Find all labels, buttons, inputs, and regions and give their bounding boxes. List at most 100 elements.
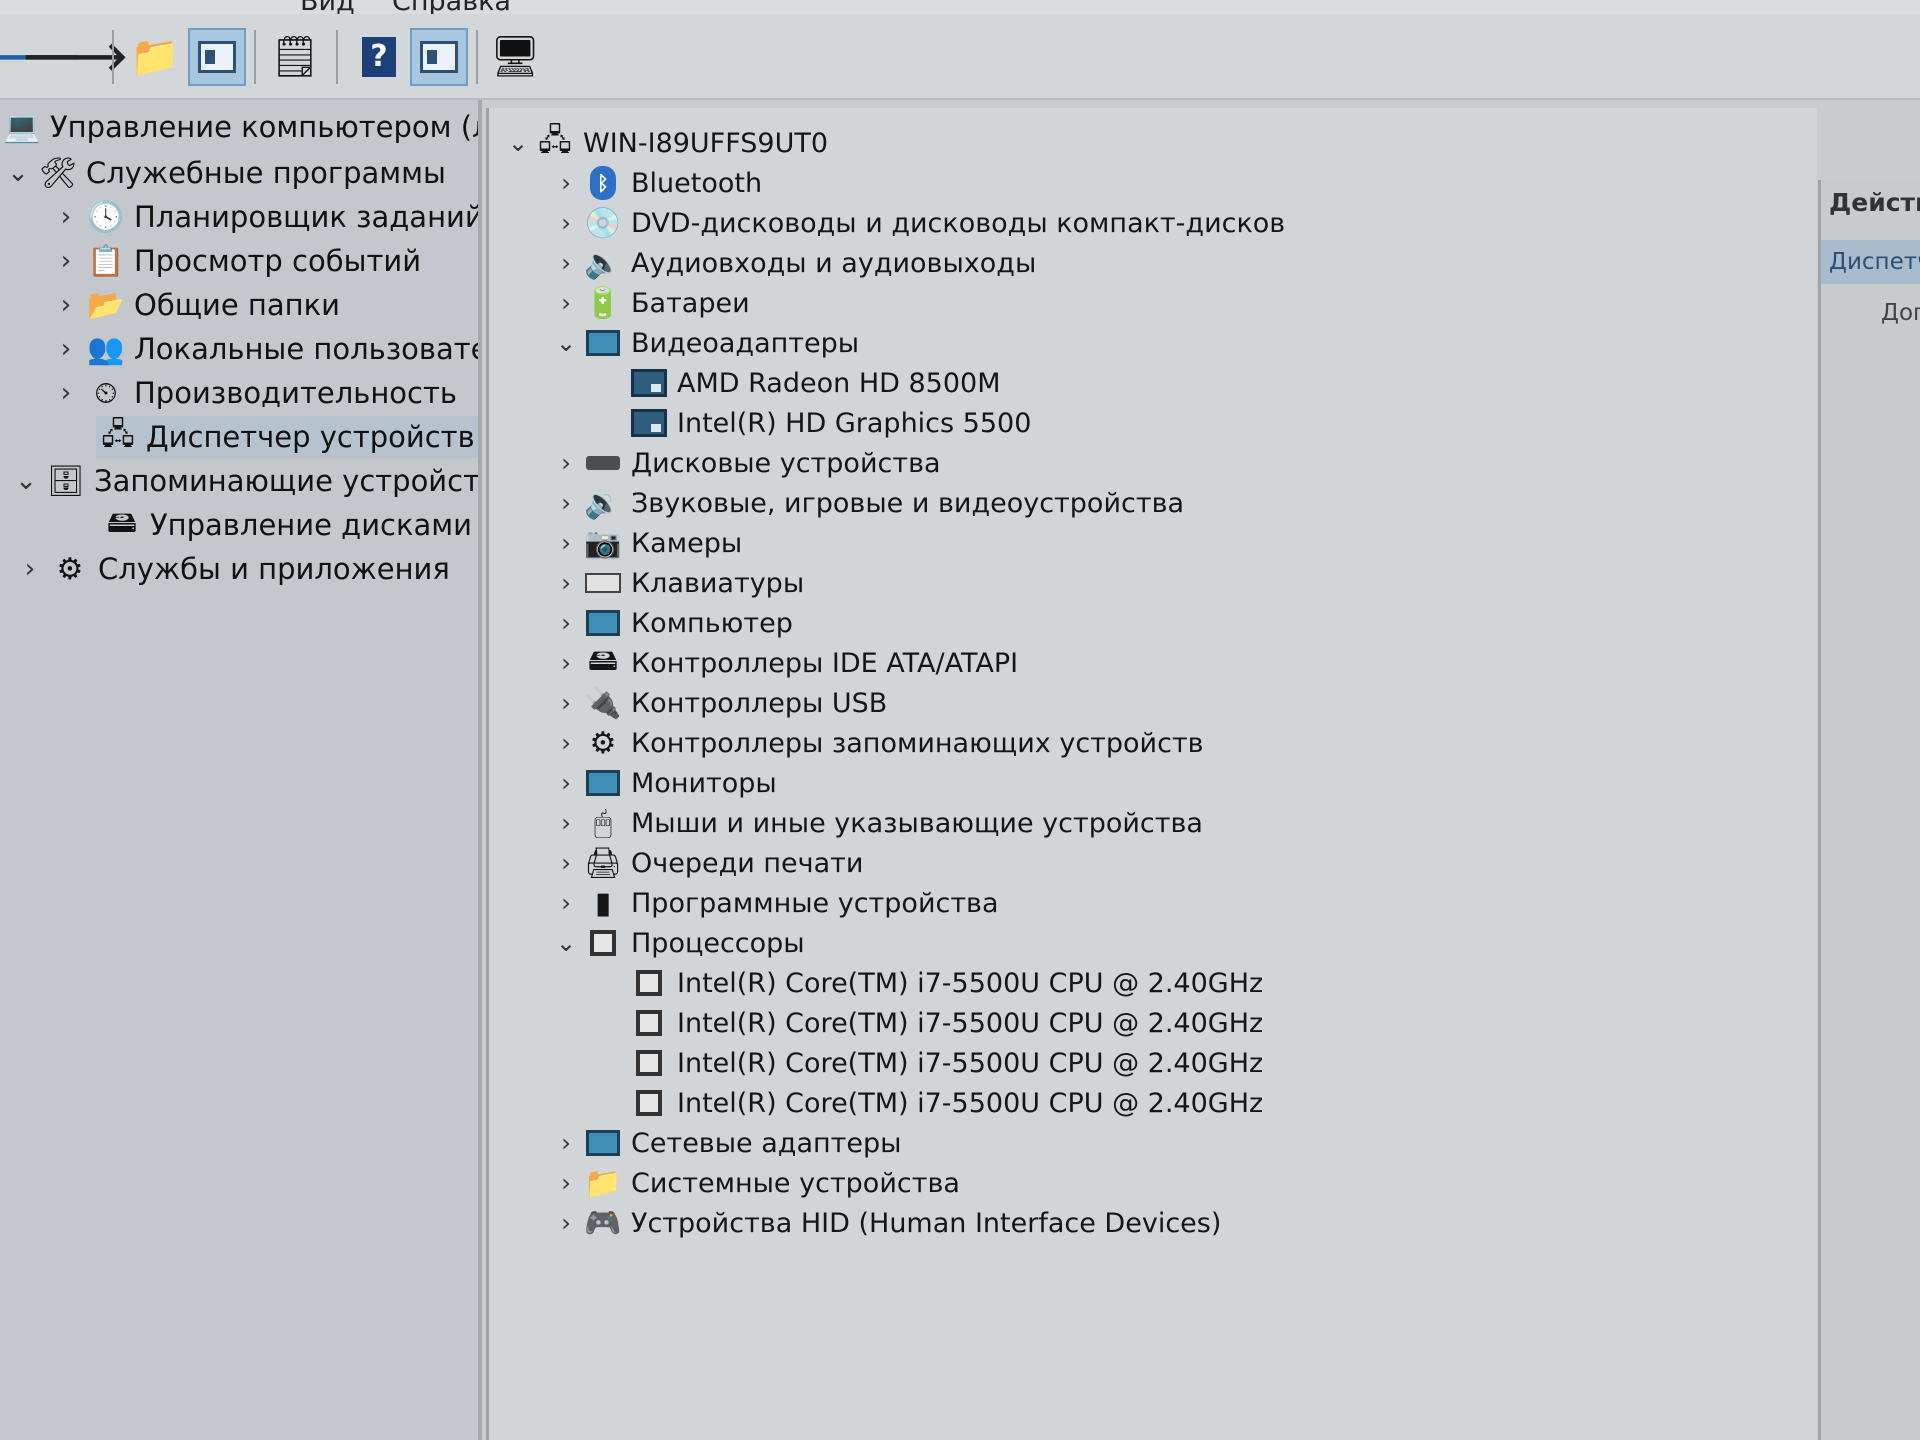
chevron-right-icon[interactable]: › bbox=[549, 289, 583, 317]
chevron-right-icon[interactable]: › bbox=[549, 1129, 583, 1157]
chevron-right-icon[interactable]: › bbox=[549, 769, 583, 797]
device-item-amd-gpu[interactable]: AMD Radeon HD 8500M bbox=[629, 364, 1001, 402]
device-label: Intel(R) Core(TM) i7-5500U CPU @ 2.40GHz bbox=[677, 967, 1264, 999]
device-category-usb[interactable]: › 🔌 Контроллеры USB bbox=[549, 684, 887, 722]
chevron-right-icon[interactable]: › bbox=[48, 290, 84, 320]
device-category-mice[interactable]: › 🖱 Мыши и иные указывающие устройства bbox=[549, 804, 1203, 842]
device-item-cpu[interactable]: Intel(R) Core(TM) i7-5500U CPU @ 2.40GHz bbox=[629, 1044, 1263, 1082]
tree-item-device-manager[interactable]: 🖧 Диспетчер устройств bbox=[96, 416, 478, 458]
hid-icon: 🎮 bbox=[584, 1205, 622, 1241]
storage-icon: 🗄 bbox=[46, 463, 86, 499]
tree-item-performance[interactable]: › ⏲ Производительность bbox=[48, 372, 457, 414]
chevron-down-icon[interactable]: ⌄ bbox=[0, 158, 36, 188]
device-root[interactable]: ⌄ 🖧 WIN-I89UFFS9UT0 bbox=[501, 123, 829, 162]
scan-hardware-icon[interactable]: 🖥 bbox=[486, 28, 544, 86]
tree-item-local-users[interactable]: › 👥 Локальные пользовате bbox=[48, 328, 478, 370]
chevron-right-icon[interactable]: › bbox=[549, 649, 583, 677]
ide-controller-icon: 🖴 bbox=[587, 642, 619, 678]
show-hide-tree-icon[interactable] bbox=[188, 28, 246, 86]
chevron-right-icon[interactable]: › bbox=[549, 729, 583, 757]
device-label: Клавиатуры bbox=[631, 567, 805, 599]
chevron-right-icon[interactable]: › bbox=[549, 809, 583, 837]
chevron-right-icon[interactable]: › bbox=[549, 169, 583, 197]
device-category-batteries[interactable]: › 🔋 Батареи bbox=[549, 284, 749, 322]
tree-item-computer-management[interactable]: 💻 Управление компьютером (л bbox=[0, 106, 478, 148]
device-category-dvd[interactable]: › 💿 DVD-дисководы и дисководы компакт-ди… bbox=[549, 204, 1285, 242]
device-label: Intel(R) Core(TM) i7-5500U CPU @ 2.40GHz bbox=[677, 1047, 1264, 1079]
actions-device-manager[interactable]: Диспетч bbox=[1821, 240, 1920, 284]
device-category-storage-controllers[interactable]: › ⚙ Контроллеры запоминающих устройств bbox=[549, 724, 1204, 762]
usb-icon: 🔌 bbox=[584, 685, 622, 721]
device-category-software-devices[interactable]: › ▮ Программные устройства bbox=[549, 884, 998, 922]
device-category-sound[interactable]: › 🔉 Звуковые, игровые и видеоустройства bbox=[549, 484, 1184, 522]
chevron-down-icon[interactable]: ⌄ bbox=[8, 466, 44, 496]
chevron-down-icon[interactable]: ⌄ bbox=[501, 129, 535, 157]
actions-more[interactable]: Доп bbox=[1881, 300, 1920, 326]
up-folder-icon[interactable]: 📁 bbox=[126, 28, 184, 86]
device-label: Дисковые устройства bbox=[631, 447, 941, 479]
device-category-processors[interactable]: ⌄ Процессоры bbox=[549, 924, 805, 962]
chevron-right-icon[interactable]: › bbox=[549, 529, 583, 557]
bluetooth-icon: ᛒ bbox=[583, 166, 623, 200]
chevron-right-icon[interactable]: › bbox=[12, 554, 48, 584]
tree-item-task-scheduler[interactable]: › 🕓 Планировщик заданий bbox=[48, 196, 478, 238]
tree-item-shared-folders[interactable]: › 📂 Общие папки bbox=[48, 284, 340, 326]
tree-item-disk-management[interactable]: 🖴 Управление дисками bbox=[100, 504, 472, 546]
device-category-monitors[interactable]: › Мониторы bbox=[549, 764, 777, 802]
cpu-icon bbox=[629, 1006, 669, 1040]
tree-item-label: Диспетчер устройств bbox=[146, 420, 475, 454]
chevron-right-icon[interactable]: › bbox=[48, 202, 84, 232]
device-category-audio-io[interactable]: › 🔈 Аудиовходы и аудиовыходы bbox=[549, 244, 1036, 282]
device-item-cpu[interactable]: Intel(R) Core(TM) i7-5500U CPU @ 2.40GHz bbox=[629, 1004, 1263, 1042]
chevron-right-icon[interactable]: › bbox=[48, 246, 84, 276]
menu-view[interactable]: Вид bbox=[300, 0, 355, 14]
chevron-right-icon[interactable]: › bbox=[549, 249, 583, 277]
device-item-intel-gpu[interactable]: Intel(R) HD Graphics 5500 bbox=[629, 404, 1031, 442]
tree-item-services-apps[interactable]: › ⚙ Службы и приложения bbox=[12, 548, 450, 590]
chevron-right-icon[interactable]: › bbox=[549, 889, 583, 917]
chevron-down-icon[interactable]: ⌄ bbox=[549, 929, 583, 957]
device-category-bluetooth[interactable]: › ᛒ Bluetooth bbox=[549, 164, 762, 202]
shared-folder-icon: 📂 bbox=[87, 287, 125, 323]
tree-item-system-tools[interactable]: ⌄ 🛠 Служебные программы bbox=[0, 152, 446, 194]
device-category-computer[interactable]: › Компьютер bbox=[549, 604, 793, 642]
chevron-right-icon[interactable]: › bbox=[549, 689, 583, 717]
device-category-display-adapters[interactable]: ⌄ Видеоадаптеры bbox=[549, 324, 859, 362]
cpu-icon bbox=[629, 1086, 669, 1120]
device-category-ide[interactable]: › 🖴 Контроллеры IDE ATA/ATAPI bbox=[549, 642, 1018, 682]
tree-item-label: Просмотр событий bbox=[134, 244, 422, 278]
chevron-right-icon[interactable]: › bbox=[48, 334, 84, 364]
properties-icon[interactable]: 🗒 bbox=[266, 28, 324, 86]
chevron-right-icon[interactable]: › bbox=[549, 1209, 583, 1237]
chevron-right-icon[interactable]: › bbox=[549, 449, 583, 477]
device-category-disk-drives[interactable]: › Дисковые устройства bbox=[549, 444, 941, 482]
performance-icon: ⏲ bbox=[94, 375, 118, 411]
show-action-pane-icon[interactable] bbox=[410, 28, 468, 86]
forward-arrow-icon[interactable]: 🡒 bbox=[21, 28, 128, 86]
device-category-hid[interactable]: › 🎮 Устройства HID (Human Interface Devi… bbox=[549, 1204, 1221, 1242]
menu-help[interactable]: Справка bbox=[392, 0, 511, 14]
device-item-cpu[interactable]: Intel(R) Core(TM) i7-5500U CPU @ 2.40GHz bbox=[629, 964, 1263, 1002]
chevron-right-icon[interactable]: › bbox=[48, 378, 84, 408]
tree-item-event-viewer[interactable]: › 📋 Просмотр событий bbox=[48, 240, 421, 282]
chevron-down-icon[interactable]: ⌄ bbox=[549, 329, 583, 357]
chevron-right-icon[interactable]: › bbox=[549, 489, 583, 517]
help-icon[interactable]: ? bbox=[350, 28, 408, 86]
device-item-cpu[interactable]: Intel(R) Core(TM) i7-5500U CPU @ 2.40GHz bbox=[629, 1084, 1263, 1122]
tree-item-storage[interactable]: ⌄ 🗄 Запоминающие устройст bbox=[8, 460, 478, 502]
device-category-cameras[interactable]: › 📷 Камеры bbox=[549, 524, 742, 562]
device-label: Контроллеры запоминающих устройств bbox=[631, 727, 1204, 759]
device-category-print-queues[interactable]: › 🖨 Очереди печати bbox=[549, 844, 863, 882]
device-category-keyboards[interactable]: › Клавиатуры bbox=[549, 564, 804, 602]
chevron-right-icon[interactable]: › bbox=[549, 609, 583, 637]
device-category-system[interactable]: › 📁 Системные устройства bbox=[549, 1164, 960, 1202]
device-label: Мыши и иные указывающие устройства bbox=[631, 807, 1203, 839]
chevron-right-icon[interactable]: › bbox=[549, 569, 583, 597]
chevron-right-icon[interactable]: › bbox=[549, 209, 583, 237]
device-category-network[interactable]: › Сетевые адаптеры bbox=[549, 1124, 901, 1162]
chevron-right-icon[interactable]: › bbox=[549, 849, 583, 877]
device-label: Сетевые адаптеры bbox=[631, 1127, 902, 1159]
device-root-label: WIN-I89UFFS9UT0 bbox=[583, 127, 829, 159]
event-viewer-icon: 📋 bbox=[87, 243, 125, 279]
chevron-right-icon[interactable]: › bbox=[549, 1169, 583, 1197]
